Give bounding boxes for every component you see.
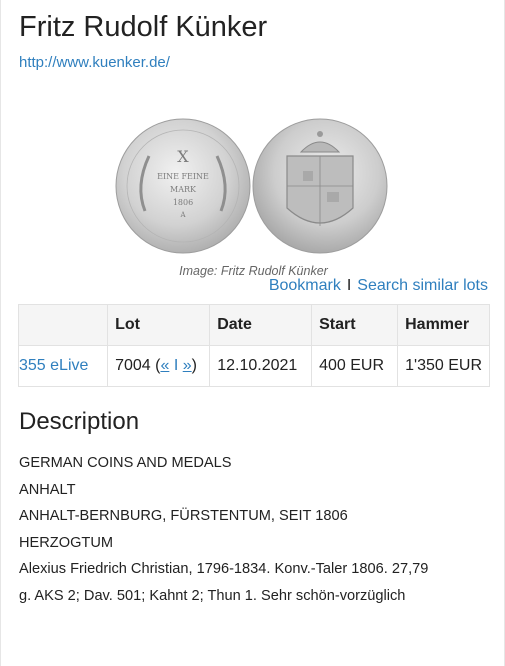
description-heading: Description [19,408,140,435]
subregion-word: FÜRSTENTUM, [170,508,275,524]
col-header-hammer: Hammer [397,304,490,346]
date-cell: 12.10.2021 [209,345,313,387]
image-credit: Image: Fritz Rudolf Künker [179,264,328,278]
previous-lot-link[interactable]: « [160,357,169,374]
description-region: ANHALT [19,481,76,498]
obverse-value: X [177,147,189,166]
next-lot-link[interactable]: » [183,357,192,374]
hammer-cell: 1'350 EUR [397,345,490,387]
lot-nav-separator: I [173,357,179,374]
lot-nav-close: ) [191,357,197,374]
col-header-date: Date [209,304,313,346]
subregion-word: 1806 [315,508,348,524]
col-header-elive [17,304,109,346]
col-header-lot: Lot [107,304,211,346]
coin-obverse: X EINE FEINE MARK 1806 A [115,118,251,254]
lot-page: Fritz Rudolf Künker http://www.kuenker.d… [0,0,505,666]
bookmark-link[interactable]: Bookmark [269,277,341,294]
lot-table: Lot Date Start Hammer 355 eLive 7004 (« … [17,304,490,387]
lot-actions: Bookmark I Search similar lots [19,276,488,296]
coin-reverse [252,118,388,254]
coin-image[interactable]: X EINE FEINE MARK 1806 A [115,116,395,256]
description-text-line-1: Alexius Friedrich Christian, 1796-1834. … [19,561,429,577]
col-header-start: Start [311,304,399,346]
obverse-line-2: MARK [170,185,197,194]
obverse-mintmark: A [179,211,186,219]
subregion-word: ANHALT-BERNBURG, [19,508,167,524]
actions-separator: I [346,277,352,294]
coin-image-area: X EINE FEINE MARK 1806 A Image: Fritz Ru… [19,116,488,278]
description-subregion: ANHALT-BERNBURG, FÜRSTENTUM, SEIT 1806 [19,503,488,530]
table-header-row: Lot Date Start Hammer [17,304,490,346]
auction-house-link[interactable]: http://www.kuenker.de/ [19,54,170,71]
description-subregion-tail: HERZOGTUM [19,534,114,551]
start-cell: 400 EUR [311,345,399,387]
obverse-year: 1806 [173,198,193,207]
lot-cell: 7004 (« I ») [107,345,211,387]
elive-cell: 355 eLive [17,345,109,387]
elive-link[interactable]: 355 eLive [19,357,88,374]
search-similar-link[interactable]: Search similar lots [357,277,488,294]
table-row: 355 eLive 7004 (« I ») 12.10.2021 400 EU… [17,345,490,387]
subregion-word: SEIT [279,508,312,524]
description-body: GERMAN COINS AND MEDALS ANHALT ANHALT-BE… [19,450,488,609]
description-text-line-2: g. AKS 2; Dav. 501; Kahnt 2; Thun 1. Seh… [19,587,406,604]
lot-number: 7004 [115,357,151,374]
description-category: GERMAN COINS AND MEDALS [19,455,232,471]
auction-house-title: Fritz Rudolf Künker [19,11,268,43]
obverse-line-1: EINE FEINE [157,172,209,181]
